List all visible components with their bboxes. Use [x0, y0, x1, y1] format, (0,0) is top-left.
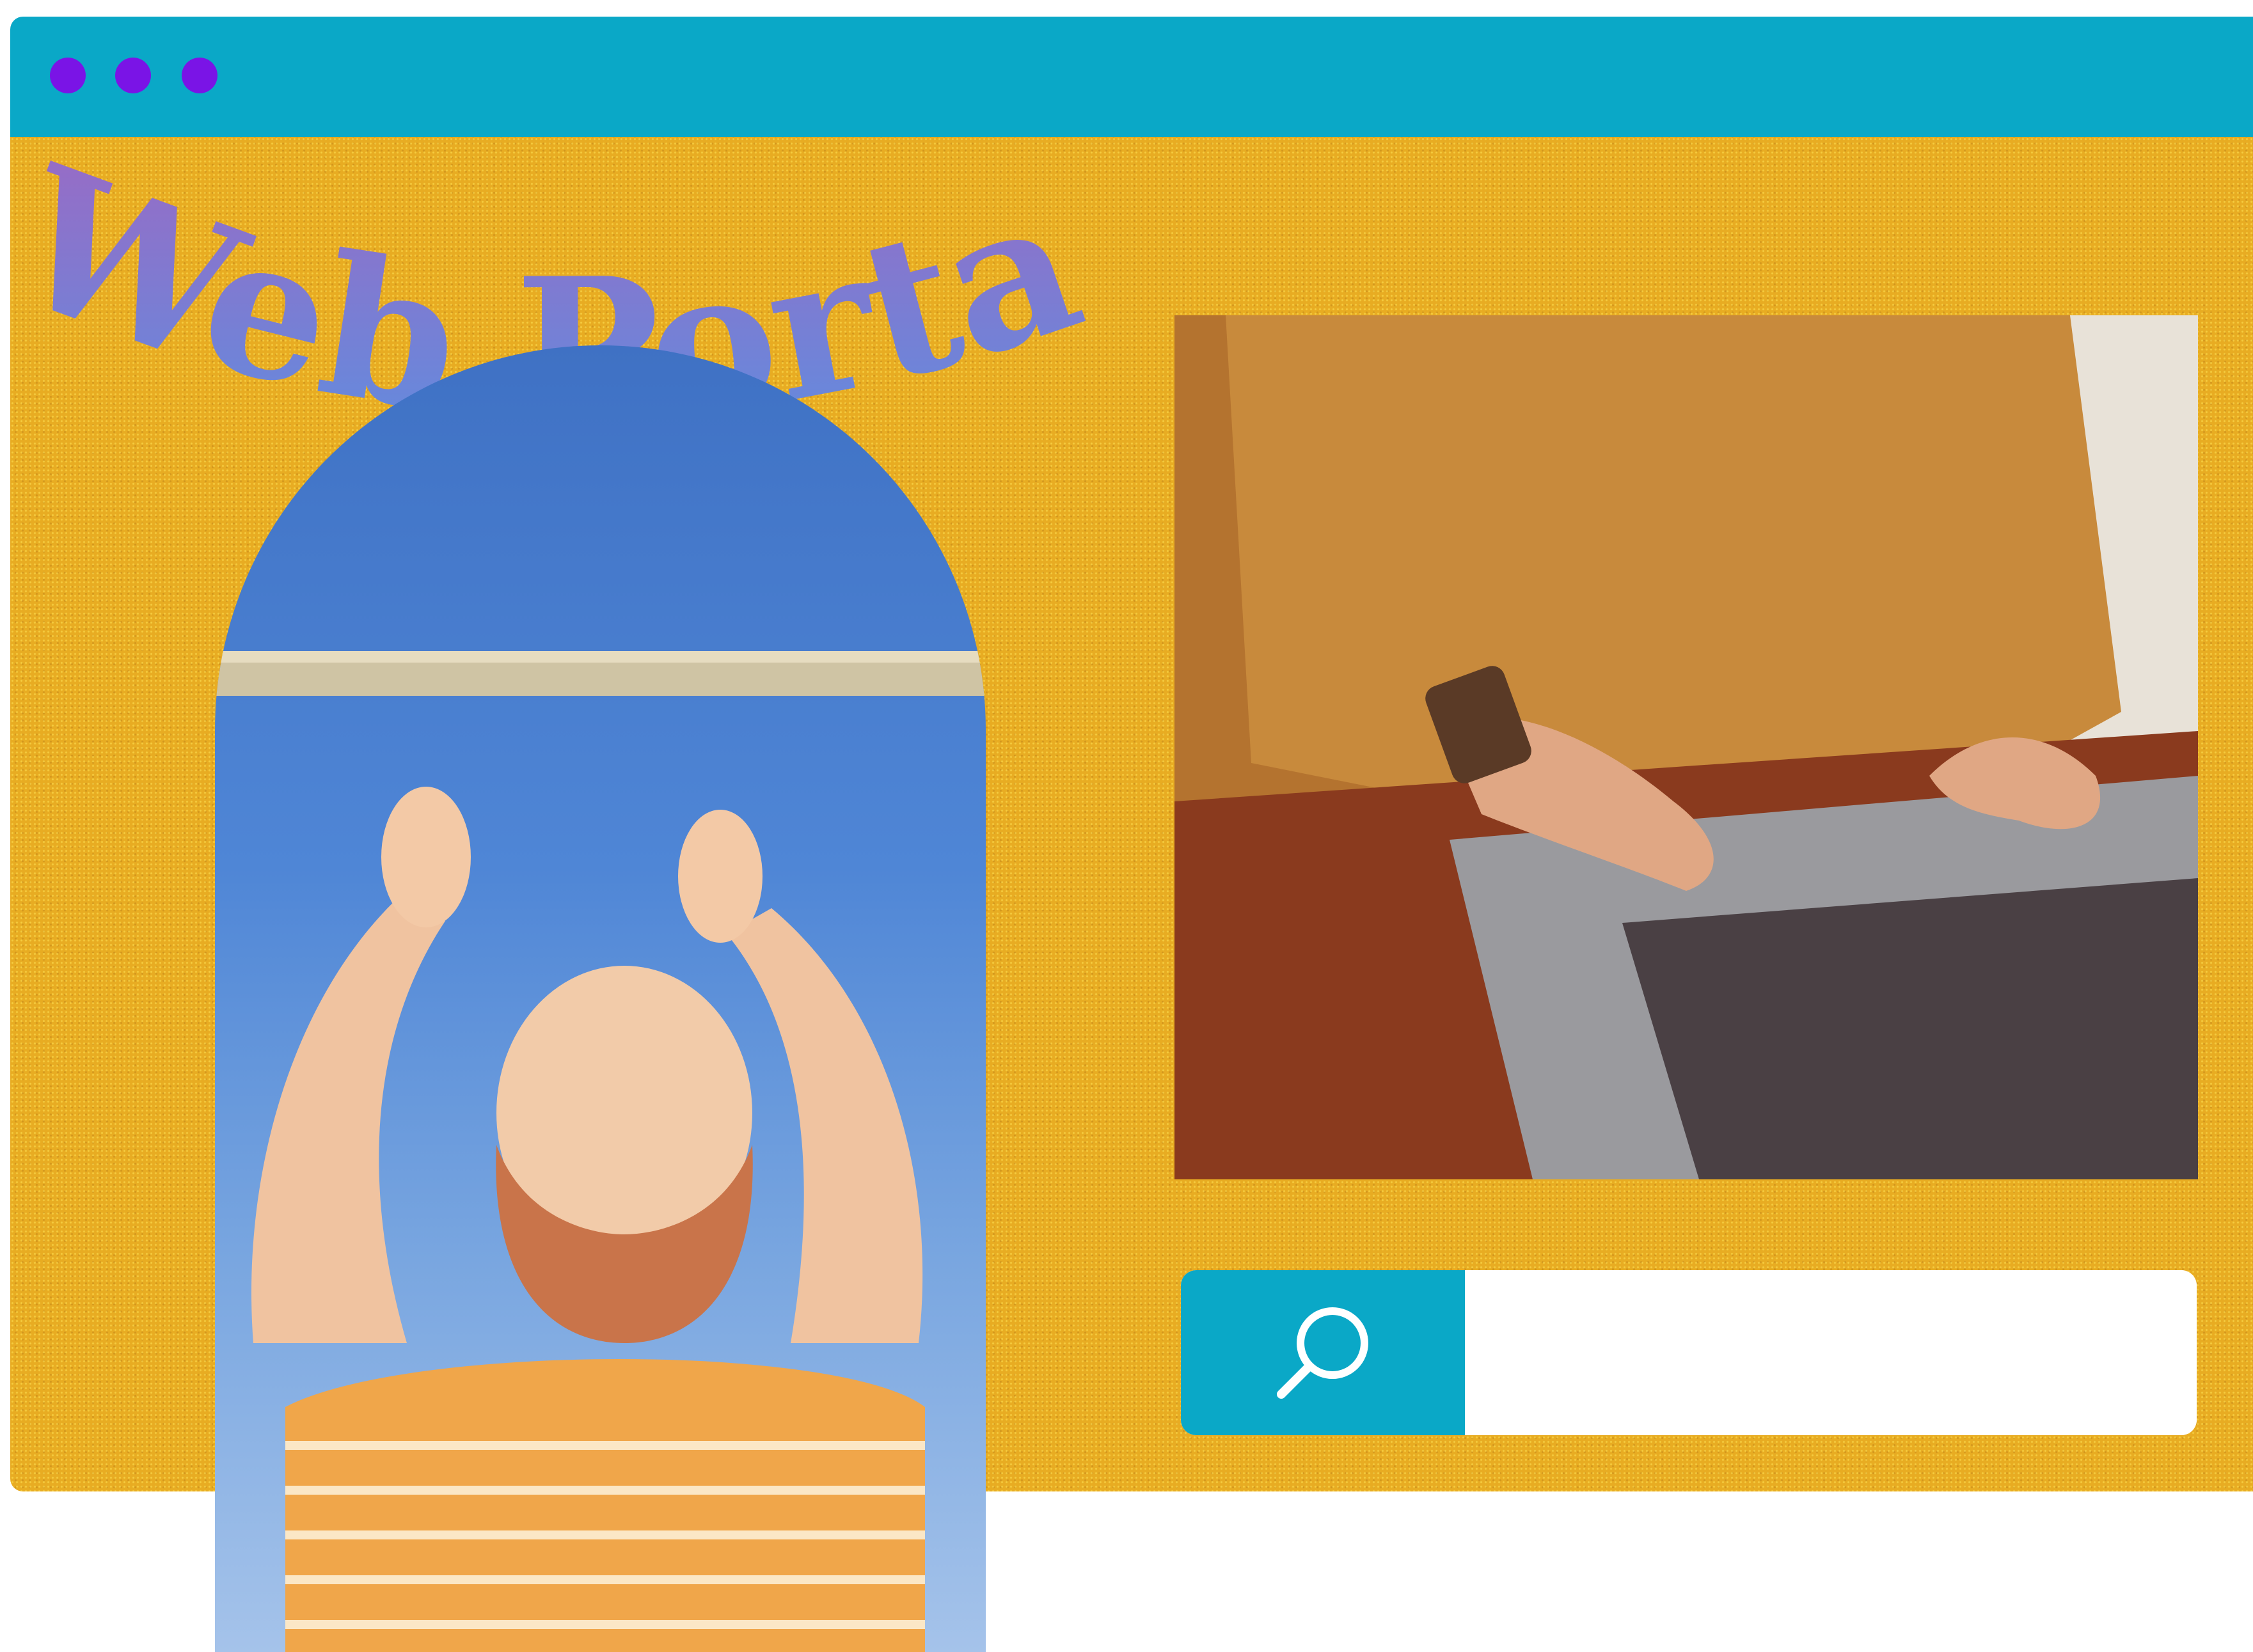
search-icon — [1269, 1298, 1377, 1407]
search-input[interactable] — [1465, 1270, 2197, 1435]
arch-photo — [215, 345, 986, 1652]
search-button[interactable] — [1181, 1270, 1465, 1435]
laptop-photo — [1174, 315, 2198, 1179]
window-control-dot[interactable] — [182, 58, 217, 93]
window-control-dot[interactable] — [50, 58, 86, 93]
window-control-dot[interactable] — [115, 58, 151, 93]
search-bar — [1181, 1270, 2197, 1435]
window-titlebar — [10, 17, 2253, 137]
